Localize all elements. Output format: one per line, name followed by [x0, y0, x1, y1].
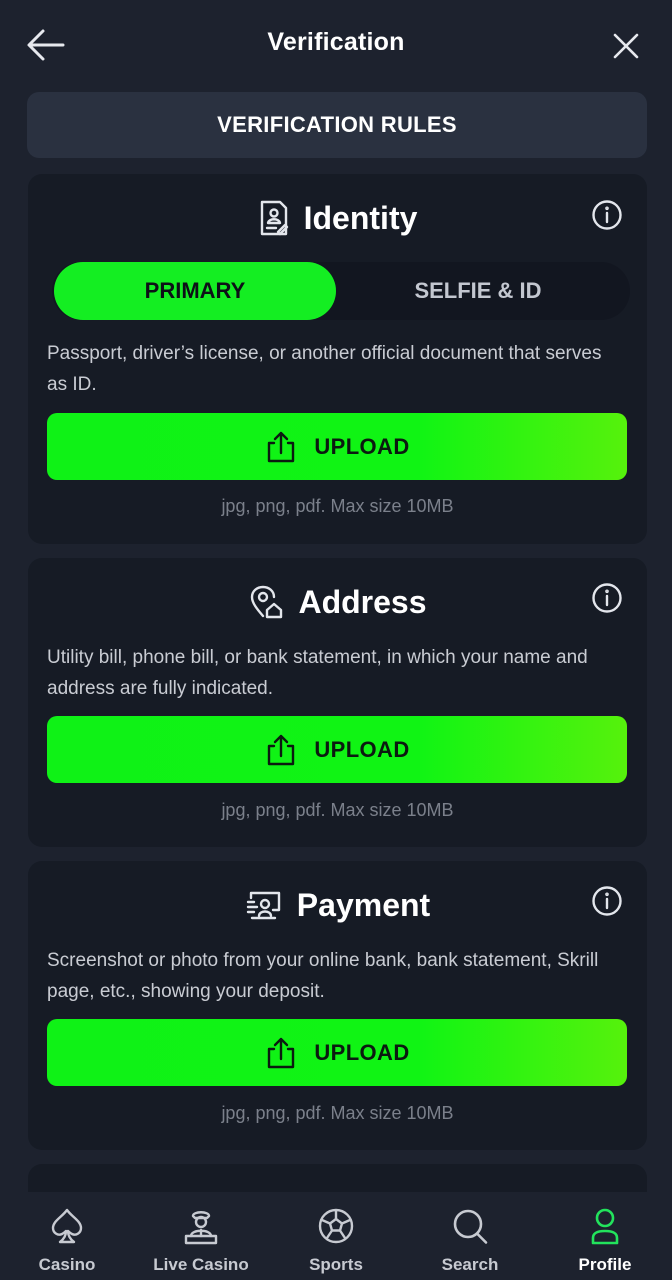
page-title: Verification: [267, 28, 405, 56]
nav-search[interactable]: Search: [403, 1192, 537, 1280]
tab-selfie-and-id[interactable]: SELFIE & ID: [344, 262, 612, 320]
nav-casino[interactable]: Casino: [0, 1192, 134, 1280]
section-description: Passport, driver’s license, or another o…: [47, 343, 602, 395]
nav-profile[interactable]: Profile: [538, 1192, 672, 1280]
upload-button[interactable]: UPLOAD: [47, 413, 627, 480]
bottom-nav: Casino Live Casino Sports Search Profile: [0, 1192, 672, 1280]
info-icon[interactable]: [591, 199, 623, 231]
spade-icon: [51, 1208, 83, 1244]
nav-label: Live Casino: [153, 1255, 249, 1274]
section-description: Utility bill, phone bill, or bank statem…: [47, 647, 588, 699]
payment-header: Payment: [28, 883, 647, 927]
header: Verification: [0, 0, 672, 92]
verification-rules-button[interactable]: VERIFICATION RULES: [27, 92, 647, 158]
section-title: Identity: [303, 199, 418, 236]
identity-header: Identity: [28, 196, 647, 240]
section-description: Screenshot or photo from your online ban…: [47, 950, 599, 1002]
file-format-hint: jpg, png, pdf. Max size 10MB: [221, 496, 454, 516]
nav-label: Sports: [309, 1255, 363, 1274]
upload-label: UPLOAD: [314, 1039, 410, 1065]
location-home-icon: [251, 585, 283, 619]
info-icon[interactable]: [591, 582, 623, 614]
section-title: Address: [298, 583, 427, 620]
info-icon[interactable]: [591, 885, 623, 917]
address-header: Address: [28, 580, 647, 624]
nav-label: Casino: [38, 1255, 96, 1274]
payment-card-icon: [246, 891, 280, 920]
upload-button[interactable]: UPLOAD: [47, 716, 627, 783]
nav-sports[interactable]: Sports: [269, 1192, 403, 1280]
upload-label: UPLOAD: [314, 433, 410, 459]
search-icon: [453, 1209, 488, 1244]
section-title: Payment: [296, 886, 431, 923]
document-type-tabs: PRIMARY SELFIE & ID: [52, 262, 630, 320]
soccer-ball-icon: [318, 1208, 354, 1244]
id-document-icon: [260, 200, 288, 236]
tab-primary[interactable]: PRIMARY: [54, 262, 336, 320]
upload-icon: [268, 1037, 295, 1068]
dealer-icon: [184, 1211, 218, 1245]
nav-live-casino[interactable]: Live Casino: [134, 1192, 268, 1280]
identity-card: Identity PRIMARY SELFIE & ID Passport, d…: [28, 174, 647, 544]
file-format-hint: jpg, png, pdf. Max size 10MB: [221, 1103, 454, 1123]
nav-label: Search: [441, 1255, 499, 1274]
file-format-hint: jpg, png, pdf. Max size 10MB: [221, 800, 454, 820]
payment-card: Payment Screenshot or photo from your on…: [28, 861, 647, 1150]
upload-button[interactable]: UPLOAD: [47, 1019, 627, 1086]
upload-label: UPLOAD: [314, 736, 410, 762]
upload-icon: [268, 431, 295, 462]
address-card: Address Utility bill, phone bill, or ban…: [28, 558, 647, 847]
upload-icon: [268, 734, 295, 765]
close-icon[interactable]: [608, 28, 644, 64]
nav-label: Profile: [578, 1255, 632, 1274]
profile-icon: [591, 1208, 619, 1245]
